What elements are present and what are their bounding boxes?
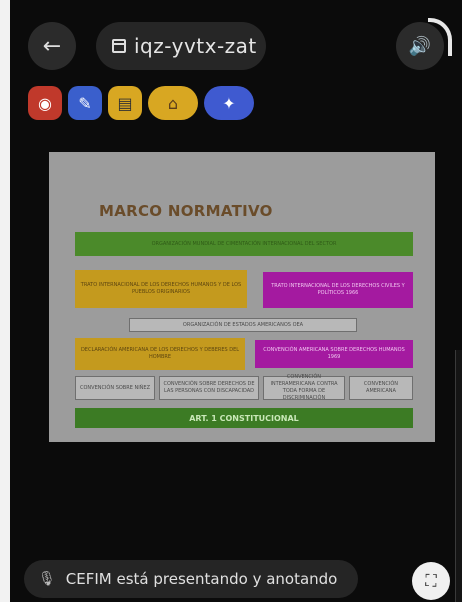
- meeting-code: iqz-yvtx-zat: [134, 34, 257, 58]
- top-bar: ← iqz-yvtx-zat 🔊: [24, 18, 452, 76]
- fullscreen-button[interactable]: ⛶: [412, 562, 450, 600]
- palette-icon: ▤: [117, 93, 133, 113]
- fullscreen-icon: ⛶: [425, 571, 437, 590]
- slide-title: MARCO NORMATIVO: [99, 202, 273, 220]
- slide-block-magenta-2: CONVENCIÓN AMERICANA SOBRE DERECHOS HUMA…: [255, 340, 413, 368]
- presenting-status-text: CEFIM está presentando y anotando: [65, 570, 338, 588]
- door-icon: ⌂: [167, 93, 179, 113]
- door-button[interactable]: ⌂: [148, 86, 198, 120]
- slide-grey-cell: CONVENCIÓN SOBRE NIÑEZ: [75, 376, 155, 400]
- slide-block-yellow-1: TRATO INTERNACIONAL DE LOS DERECHOS HUMA…: [75, 270, 247, 308]
- slide-block-magenta-1: TRATO INTERNACIONAL DE LOS DERECHOS CIVI…: [263, 272, 413, 308]
- meeting-code-pill[interactable]: iqz-yvtx-zat: [96, 22, 266, 70]
- arrow-left-icon: ←: [42, 33, 62, 59]
- side-panel-edge: [455, 350, 462, 602]
- calendar-icon: [112, 39, 126, 53]
- reaction-bar: ◉ ✎ ▤ ⌂ ✦: [28, 86, 254, 122]
- slide-grey-cell: CONVENCIÓN AMERICANA: [349, 376, 413, 400]
- slide-block-yellow-2: DECLARACIÓN AMERICANA DE LOS DERECHOS Y …: [75, 338, 245, 370]
- sparkle-icon: ✦: [222, 93, 236, 113]
- sparkle-button[interactable]: ✦: [204, 86, 254, 120]
- slide-banner-bottom: ART. 1 CONSTITUCIONAL: [75, 408, 413, 428]
- slide-grey-cell: CONVENCIÓN INTERAMERICANA CONTRA TODA FO…: [263, 374, 345, 401]
- palette-button[interactable]: ▤: [108, 86, 142, 120]
- presenting-status-pill: 🎙 CEFIM está presentando y anotando: [24, 560, 358, 598]
- pencil-button[interactable]: ✎: [68, 86, 102, 120]
- slide-block-grey-middle: ORGANIZACIÓN DE ESTADOS AMERICANOS OEA: [129, 318, 357, 332]
- slide-banner-top: ORGANIZACIÓN MUNDIAL DE CIMENTACIÓN INTE…: [75, 232, 413, 256]
- edge-arc: [428, 18, 452, 56]
- record-button[interactable]: ◉: [28, 86, 62, 120]
- back-button[interactable]: ←: [28, 22, 76, 70]
- record-icon: ◉: [38, 93, 52, 113]
- left-edge-strip: [0, 0, 10, 602]
- pencil-icon: ✎: [78, 93, 92, 113]
- mic-off-icon: 🎙: [38, 571, 56, 587]
- presented-slide: MARCO NORMATIVO ORGANIZACIÓN MUNDIAL DE …: [49, 152, 435, 442]
- slide-grey-cell: CONVENCIÓN SOBRE DERECHOS DE LAS PERSONA…: [159, 376, 259, 400]
